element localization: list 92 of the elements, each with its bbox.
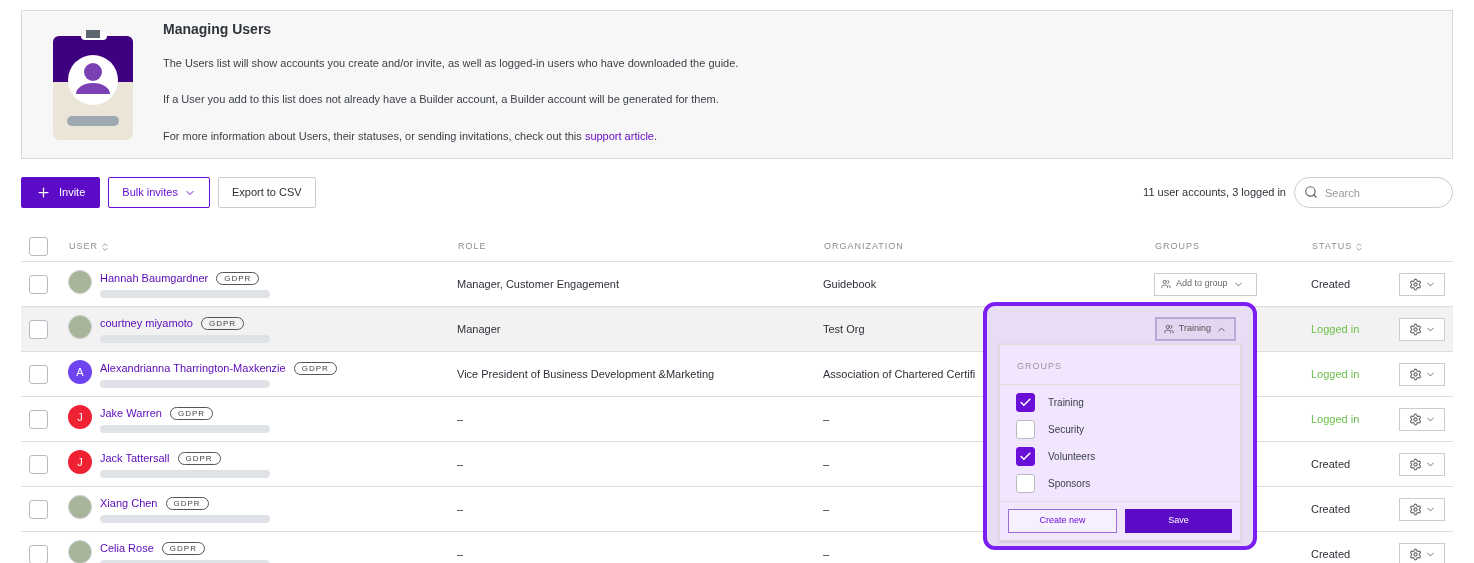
- settings-menu-button[interactable]: [1399, 407, 1445, 431]
- organization-cell-text: –: [823, 456, 831, 472]
- organization-cell-text: –: [823, 546, 831, 562]
- settings-icon: [1408, 547, 1422, 561]
- organization-cell-text: Association of Chartered Certifi: [823, 366, 977, 382]
- role-cell-text: –: [457, 411, 465, 427]
- check-icon: [1019, 449, 1032, 463]
- status-cell-text: Created: [1311, 546, 1352, 562]
- settings-menu-button[interactable]: [1399, 272, 1445, 296]
- group-option-label: Volunteers: [1048, 449, 1096, 464]
- user-name-link[interactable]: courtney miyamoto: [100, 315, 193, 332]
- avatar: A: [68, 360, 92, 385]
- column-header: STATUS: [1312, 239, 1353, 253]
- status-cell-text: Logged in: [1311, 366, 1361, 382]
- group-option-label: Training: [1048, 395, 1084, 410]
- group-checkbox[interactable]: [1016, 473, 1035, 493]
- row-checkbox[interactable]: [29, 274, 48, 294]
- role-cell-text: –: [457, 456, 465, 472]
- group-checkbox[interactable]: [1016, 392, 1035, 412]
- settings-menu-button[interactable]: [1399, 542, 1445, 563]
- avatar-photo-placeholder: [68, 270, 92, 295]
- info-text: The Users list will show accounts you create and/or invite, as well as logged-in users who have downloaded the guide.: [163, 55, 739, 71]
- avatar: J: [68, 405, 92, 430]
- column-header: ORGANIZATION: [824, 239, 904, 253]
- avatar-photo-placeholder: [68, 540, 92, 563]
- user-name-link[interactable]: Jake Warren: [100, 405, 162, 422]
- settings-icon: [1408, 277, 1422, 291]
- settings-icon: [1408, 457, 1422, 471]
- check-icon: [1019, 395, 1032, 409]
- role-cell-text: –: [457, 546, 465, 562]
- column-header: USER: [69, 239, 98, 253]
- dropdown-heading: GROUPS: [1000, 345, 1240, 385]
- row-checkbox[interactable]: [29, 454, 48, 474]
- people-icon: [1161, 279, 1171, 289]
- row-checkbox[interactable]: [29, 499, 48, 519]
- avatar-photo-placeholder: [68, 315, 92, 340]
- settings-menu-button[interactable]: [1399, 497, 1445, 521]
- invite-button[interactable]: Invite: [21, 177, 101, 208]
- column-header: ROLE: [458, 239, 487, 253]
- status-cell-text: Logged in: [1311, 411, 1361, 427]
- row-checkbox[interactable]: [29, 544, 48, 563]
- settings-icon: [1408, 502, 1422, 516]
- plus-icon: [36, 185, 51, 200]
- role-cell-text: Manager, Customer Engagement: [457, 276, 621, 292]
- support-link[interactable]: support article: [584, 129, 654, 142]
- row-checkbox[interactable]: [29, 319, 48, 339]
- status-cell-text: Created: [1311, 276, 1352, 292]
- group-checkbox[interactable]: [1016, 446, 1035, 466]
- column-header: GROUPS: [1155, 239, 1200, 253]
- people-icon: [1163, 324, 1174, 334]
- avatar-photo-placeholder: [68, 495, 92, 520]
- user-name-link[interactable]: Xiang Chen: [100, 495, 158, 512]
- bulk-invites-button[interactable]: Bulk invites: [108, 177, 210, 208]
- info-text: For more information about Users, their statuses, or sending invitations, check out this support article.: [163, 128, 659, 144]
- export-csv-button[interactable]: Export to CSV: [217, 177, 316, 208]
- status-cell-text: Created: [1311, 501, 1352, 517]
- sort-icon[interactable]: [1354, 241, 1365, 252]
- status-cell-text: Created: [1311, 456, 1352, 472]
- settings-icon: [1408, 322, 1422, 336]
- status-cell-text: Logged in: [1311, 321, 1361, 337]
- role-cell-text: Vice President of Business Development &Marketing: [457, 366, 716, 382]
- user-count: 11 user accounts, 3 logged in: [1143, 185, 1286, 201]
- group-checkbox[interactable]: [1016, 419, 1035, 439]
- settings-menu-button[interactable]: [1399, 452, 1445, 476]
- select-all-checkbox[interactable]: [29, 237, 48, 256]
- settings-icon: [1408, 412, 1422, 426]
- role-cell-text: –: [457, 501, 465, 517]
- row-checkbox[interactable]: [29, 409, 48, 429]
- user-name-link[interactable]: Alexandrianna Tharrington-Maxkenzie: [100, 360, 286, 377]
- search-icon: [1304, 185, 1318, 199]
- user-name-link[interactable]: Jack Tattersall: [100, 450, 170, 467]
- organization-cell-text: Test Org: [823, 321, 866, 337]
- add-to-group-button[interactable]: Add to group: [1154, 272, 1257, 296]
- organization-cell-text: –: [823, 411, 831, 427]
- info-title: Managing Users: [163, 19, 273, 39]
- user-name-link[interactable]: Celia Rose: [100, 540, 154, 557]
- info-text: If a User you add to this list does not already have a Builder account, a Builder account will be generated for them.: [163, 92, 720, 108]
- avatar: J: [68, 450, 92, 475]
- user-name-link[interactable]: Hannah Baumgardner: [100, 270, 209, 287]
- organization-cell-text: –: [823, 501, 831, 517]
- settings-menu-button[interactable]: [1399, 362, 1445, 386]
- sort-icon[interactable]: [100, 241, 110, 252]
- settings-menu-button[interactable]: [1399, 317, 1445, 341]
- settings-icon: [1408, 367, 1422, 381]
- role-cell-text: Manager: [457, 321, 502, 337]
- organization-cell-text: Guidebook: [823, 276, 878, 292]
- row-checkbox[interactable]: [29, 364, 48, 384]
- create-new-button[interactable]: Create new: [1008, 508, 1117, 533]
- save-button[interactable]: Save: [1125, 508, 1232, 533]
- group-option-label: Security: [1048, 422, 1085, 437]
- training-group-button[interactable]: Training: [1154, 317, 1236, 341]
- search-field[interactable]: Search: [1294, 177, 1453, 208]
